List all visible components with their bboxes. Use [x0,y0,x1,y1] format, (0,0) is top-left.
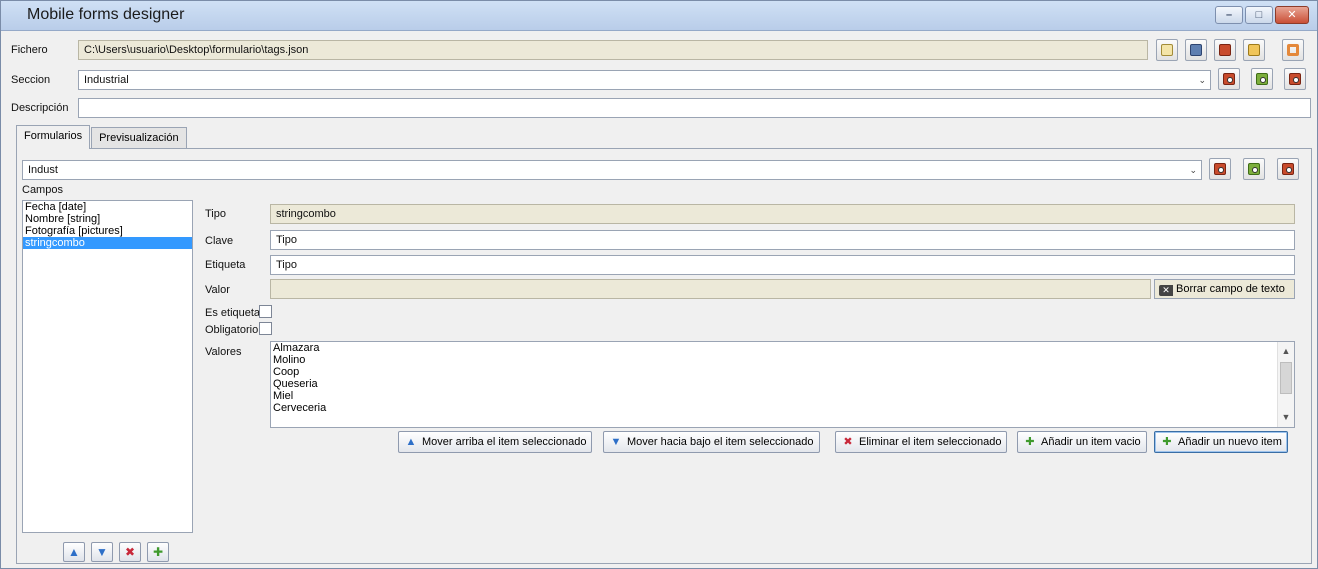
obligatorio-checkbox[interactable] [259,322,272,335]
section-value: Industrial [84,74,129,86]
edit-form-icon[interactable] [1277,158,1299,180]
delete-icon: ✖ [843,436,853,448]
file-path-field[interactable]: C:\Users\usuario\Desktop\formulario\tags… [78,40,1148,60]
window-title: Mobile forms designer [27,6,185,23]
list-item[interactable]: Nombre [string] [23,213,192,225]
folder-icon[interactable] [1243,39,1265,61]
move-up-item-label: Mover arriba el item seleccionado [422,436,587,448]
description-label: Descripción [11,102,69,114]
add-icon: ✚ [1162,436,1172,448]
es-etiqueta-label: Es etiqueta [205,307,261,319]
clave-label: Clave [205,235,234,247]
tipo-label: Tipo [205,208,226,220]
move-up-item-button[interactable]: ▲ Mover arriba el item seleccionado [398,431,593,453]
etiqueta-input[interactable]: Tipo [270,255,1295,275]
maximize-icon[interactable]: □ [1245,6,1273,24]
document-properties-icon[interactable] [1156,39,1178,61]
add-new-item-button[interactable]: ✚ Añadir un nuevo item [1154,431,1288,453]
valor-input[interactable] [270,279,1151,299]
etiqueta-label: Etiqueta [205,259,246,271]
list-item[interactable]: Molino [271,354,1294,366]
list-item[interactable]: Fecha [date] [23,201,192,213]
backspace-icon: ✕ [1159,285,1173,296]
list-item[interactable]: Queseria [271,378,1294,390]
add-section-icon[interactable] [1251,68,1273,90]
add-form-icon[interactable] [1243,158,1265,180]
list-item[interactable]: Cerveceria [271,402,1294,414]
tab-bar: Formularios Previsualización [16,125,188,149]
valores-list[interactable]: Almazara Molino Coop Queseria Miel Cerve… [270,341,1295,428]
add-new-item-label: Añadir un nuevo item [1178,436,1282,448]
edit-document-icon[interactable] [1214,39,1236,61]
list-item[interactable]: Almazara [271,342,1294,354]
form-select[interactable]: Indust ⌄ [22,160,1202,180]
move-down-item-label: Mover hacia bajo el item seleccionado [627,436,814,448]
add-empty-item-button[interactable]: ✚ Añadir un item vacio [1017,431,1147,453]
tab-formularios[interactable]: Formularios [16,125,91,149]
add-empty-item-label: Añadir un item vacio [1041,436,1141,448]
delete-item-button[interactable]: ✖ Eliminar el item seleccionado [835,431,1008,453]
delete-section-icon[interactable] [1218,68,1240,90]
lifebuoy-icon[interactable] [1282,39,1304,61]
close-icon[interactable]: ✕ [1275,6,1309,24]
title-bar: Mobile forms designer – □ ✕ [1,1,1317,31]
list-item[interactable]: Miel [271,390,1294,402]
form-value: Indust [28,164,58,176]
scroll-thumb[interactable] [1280,362,1292,394]
obligatorio-label: Obligatorio [205,324,259,336]
clear-text-button[interactable]: ✕ Borrar campo de texto [1154,279,1295,299]
fields-label: Campos [22,184,63,196]
move-down-icon[interactable]: ▼ [91,542,113,562]
list-item[interactable]: Fotografía [pictures] [23,225,192,237]
add-icon[interactable]: ✚ [147,542,169,562]
arrow-up-icon: ▲ [405,436,417,448]
section-select[interactable]: Industrial ⌄ [78,70,1211,90]
section-label: Seccion [11,74,51,86]
valores-label: Valores [205,346,242,358]
list-item-selected[interactable]: stringcombo [23,237,192,249]
chevron-down-icon: ⌄ [1198,75,1206,85]
valor-label: Valor [205,284,230,296]
scroll-up-icon[interactable]: ▲ [1278,346,1294,356]
move-up-icon[interactable]: ▲ [63,542,85,562]
minimize-icon[interactable]: – [1215,6,1243,24]
clear-text-label: Borrar campo de texto [1176,283,1285,295]
move-down-item-button[interactable]: ▼ Mover hacia bajo el item seleccionado [603,431,820,453]
delete-form-icon[interactable] [1209,158,1231,180]
es-etiqueta-checkbox[interactable] [259,305,272,318]
vertical-scrollbar[interactable]: ▲ ▼ [1277,342,1294,427]
delete-icon[interactable]: ✖ [119,542,141,562]
add-empty-icon: ✚ [1025,436,1035,448]
arrow-down-icon: ▼ [610,436,622,448]
file-label: Fichero [11,44,48,56]
tipo-field: stringcombo [270,204,1295,224]
scroll-down-icon[interactable]: ▼ [1278,412,1294,422]
tab-previsualizacion[interactable]: Previsualización [91,127,187,149]
list-item[interactable]: Coop [271,366,1294,378]
clave-input[interactable]: Tipo [270,230,1295,250]
window-controls: – □ ✕ [1215,6,1309,24]
delete-item-label: Eliminar el item seleccionado [859,436,1002,448]
chevron-down-icon: ⌄ [1189,165,1197,175]
description-input[interactable] [78,98,1311,118]
app-window: Mobile forms designer – □ ✕ Fichero C:\U… [0,0,1318,569]
edit-section-icon[interactable] [1284,68,1306,90]
save-icon[interactable] [1185,39,1207,61]
fields-list[interactable]: Fecha [date] Nombre [string] Fotografía … [22,200,193,533]
